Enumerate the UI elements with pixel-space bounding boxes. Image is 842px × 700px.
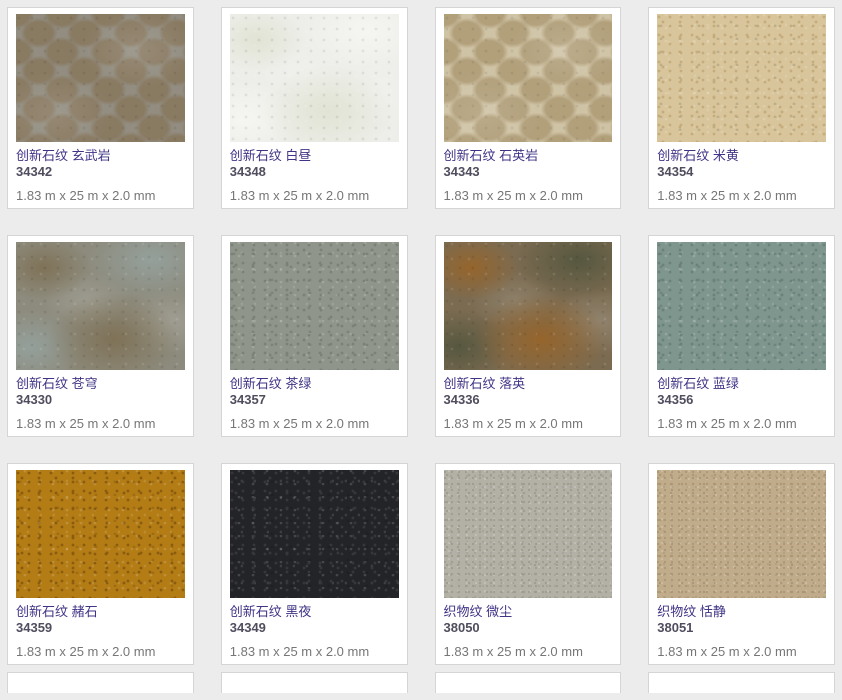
product-card[interactable]: 创新石纹 落英 34336 1.83 m x 25 m x 2.0 mm — [435, 235, 622, 437]
product-dimensions: 1.83 m x 25 m x 2.0 mm — [16, 416, 185, 431]
product-code: 34359 — [16, 620, 185, 635]
product-card[interactable]: 创新石纹 米黄 34354 1.83 m x 25 m x 2.0 mm — [648, 7, 835, 209]
product-card[interactable]: 织物纹 微尘 38050 1.83 m x 25 m x 2.0 mm — [435, 463, 622, 665]
product-dimensions: 1.83 m x 25 m x 2.0 mm — [230, 644, 399, 659]
product-swatch-image[interactable] — [657, 242, 826, 370]
product-code: 34336 — [444, 392, 613, 407]
product-swatch-image[interactable] — [657, 470, 826, 598]
next-row-card-top — [221, 672, 408, 693]
product-card[interactable]: 创新石纹 石英岩 34343 1.83 m x 25 m x 2.0 mm — [435, 7, 622, 209]
product-title-link[interactable]: 创新石纹 茶绿 — [230, 376, 399, 392]
product-dimensions: 1.83 m x 25 m x 2.0 mm — [444, 188, 613, 203]
product-code: 34348 — [230, 164, 399, 179]
product-code: 34330 — [16, 392, 185, 407]
product-dimensions: 1.83 m x 25 m x 2.0 mm — [657, 188, 826, 203]
product-swatch-image[interactable] — [444, 470, 613, 598]
product-swatch-image[interactable] — [230, 14, 399, 142]
product-card[interactable]: 创新石纹 黑夜 34349 1.83 m x 25 m x 2.0 mm — [221, 463, 408, 665]
product-dimensions: 1.83 m x 25 m x 2.0 mm — [230, 188, 399, 203]
product-code: 38051 — [657, 620, 826, 635]
product-title-link[interactable]: 织物纹 微尘 — [444, 604, 613, 620]
product-title-link[interactable]: 创新石纹 米黄 — [657, 148, 826, 164]
product-title-link[interactable]: 创新石纹 蓝绿 — [657, 376, 826, 392]
product-code: 34342 — [16, 164, 185, 179]
product-code: 34356 — [657, 392, 826, 407]
product-dimensions: 1.83 m x 25 m x 2.0 mm — [657, 644, 826, 659]
product-dimensions: 1.83 m x 25 m x 2.0 mm — [444, 644, 613, 659]
product-card[interactable]: 创新石纹 玄武岩 34342 1.83 m x 25 m x 2.0 mm — [7, 7, 194, 209]
product-dimensions: 1.83 m x 25 m x 2.0 mm — [657, 416, 826, 431]
product-code: 34349 — [230, 620, 399, 635]
product-swatch-image[interactable] — [444, 242, 613, 370]
product-swatch-image[interactable] — [230, 242, 399, 370]
product-card[interactable]: 创新石纹 赭石 34359 1.83 m x 25 m x 2.0 mm — [7, 463, 194, 665]
product-card[interactable]: 创新石纹 茶绿 34357 1.83 m x 25 m x 2.0 mm — [221, 235, 408, 437]
product-code: 34354 — [657, 164, 826, 179]
product-card[interactable]: 创新石纹 蓝绿 34356 1.83 m x 25 m x 2.0 mm — [648, 235, 835, 437]
product-swatch-image[interactable] — [230, 470, 399, 598]
product-dimensions: 1.83 m x 25 m x 2.0 mm — [230, 416, 399, 431]
next-row-partial — [0, 665, 842, 700]
product-title-link[interactable]: 创新石纹 苍穹 — [16, 376, 185, 392]
product-swatch-image[interactable] — [16, 14, 185, 142]
product-title-link[interactable]: 创新石纹 黑夜 — [230, 604, 399, 620]
product-swatch-image[interactable] — [16, 242, 185, 370]
product-card[interactable]: 织物纹 恬静 38051 1.83 m x 25 m x 2.0 mm — [648, 463, 835, 665]
product-title-link[interactable]: 创新石纹 石英岩 — [444, 148, 613, 164]
product-code: 38050 — [444, 620, 613, 635]
product-dimensions: 1.83 m x 25 m x 2.0 mm — [16, 644, 185, 659]
product-title-link[interactable]: 创新石纹 赭石 — [16, 604, 185, 620]
product-card[interactable]: 创新石纹 苍穹 34330 1.83 m x 25 m x 2.0 mm — [7, 235, 194, 437]
product-grid: 创新石纹 玄武岩 34342 1.83 m x 25 m x 2.0 mm 创新… — [0, 0, 842, 672]
product-card[interactable]: 创新石纹 白昼 34348 1.83 m x 25 m x 2.0 mm — [221, 7, 408, 209]
product-swatch-image[interactable] — [444, 14, 613, 142]
next-row-card-top — [435, 672, 622, 693]
product-dimensions: 1.83 m x 25 m x 2.0 mm — [444, 416, 613, 431]
product-swatch-image[interactable] — [16, 470, 185, 598]
next-row-card-top — [648, 672, 835, 693]
product-code: 34357 — [230, 392, 399, 407]
product-code: 34343 — [444, 164, 613, 179]
product-title-link[interactable]: 织物纹 恬静 — [657, 604, 826, 620]
product-swatch-image[interactable] — [657, 14, 826, 142]
product-title-link[interactable]: 创新石纹 落英 — [444, 376, 613, 392]
product-title-link[interactable]: 创新石纹 玄武岩 — [16, 148, 185, 164]
product-dimensions: 1.83 m x 25 m x 2.0 mm — [16, 188, 185, 203]
product-title-link[interactable]: 创新石纹 白昼 — [230, 148, 399, 164]
next-row-card-top — [7, 672, 194, 693]
